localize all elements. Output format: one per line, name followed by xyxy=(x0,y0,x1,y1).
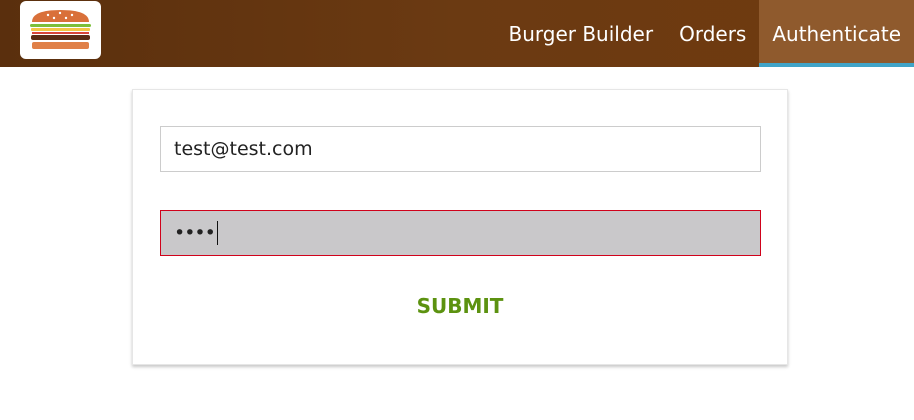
email-input[interactable]: test@test.com xyxy=(160,126,761,172)
toolbar: Burger Builder Orders Authenticate xyxy=(0,0,914,67)
auth-card: test@test.com •••• SUBMIT xyxy=(132,89,788,365)
nav-burger-builder[interactable]: Burger Builder xyxy=(495,0,666,67)
nav-authenticate[interactable]: Authenticate xyxy=(759,0,914,67)
password-input[interactable]: •••• xyxy=(160,210,761,256)
burger-icon xyxy=(30,10,91,49)
submit-button[interactable]: SUBMIT xyxy=(133,294,787,318)
email-input-value: test@test.com xyxy=(174,138,313,160)
password-input-value: •••• xyxy=(174,222,216,244)
text-caret xyxy=(216,221,218,245)
logo[interactable] xyxy=(20,1,101,59)
main-nav: Burger Builder Orders Authenticate xyxy=(495,0,914,67)
nav-orders[interactable]: Orders xyxy=(666,0,759,67)
